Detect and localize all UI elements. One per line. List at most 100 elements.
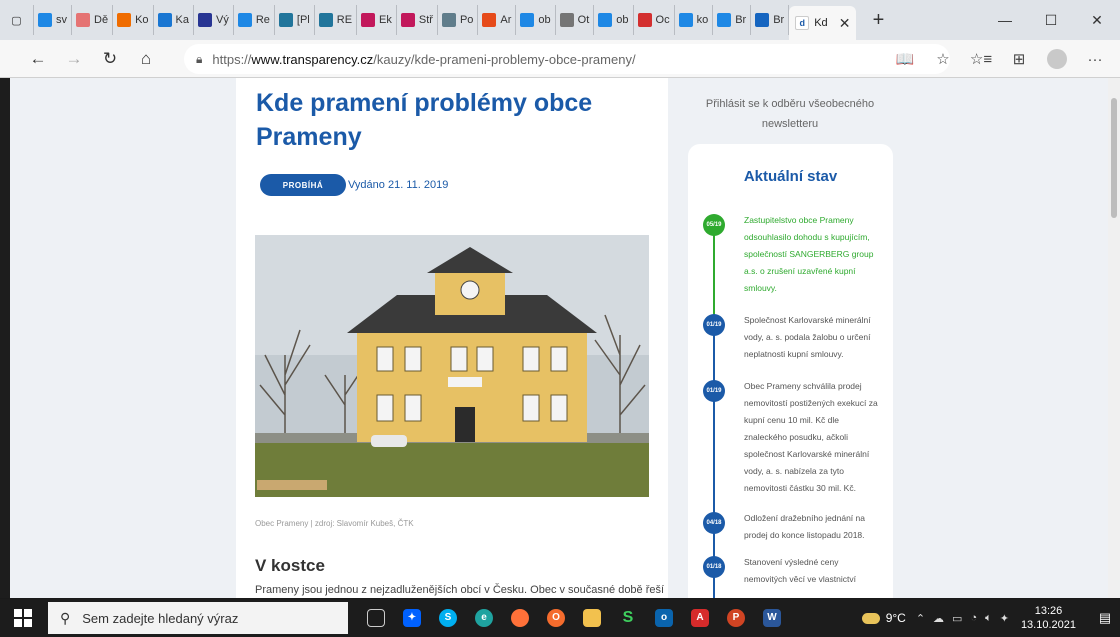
tab-active[interactable]: d Kd ✕	[789, 6, 857, 40]
tab-label: [Pl	[296, 14, 310, 26]
tab-label: ob	[616, 14, 629, 26]
tab-item[interactable]: Ka	[154, 5, 194, 35]
tab-list: sv Dě Ko Ka Vý Re [Pl RE Ek Stř Po Ar ob Ot ob Oc ko Br Br	[34, 5, 790, 35]
tab-item[interactable]: Br	[751, 5, 790, 35]
tab-item[interactable]: Re	[234, 5, 275, 35]
tab-item[interactable]: Ko	[113, 5, 154, 35]
intro-paragraph: Prameny jsou jednou z nejzadluženějších …	[255, 584, 665, 596]
wifi-icon[interactable]: ◔	[970, 612, 977, 625]
skype-icon[interactable]: S	[430, 599, 466, 637]
tab-label: Br	[773, 14, 785, 26]
outlook-icon[interactable]: o	[646, 599, 682, 637]
weather-icon	[861, 612, 880, 624]
address-bar[interactable]: 🔒︎ https://www.transparency.cz/kauzy/kde…	[184, 44, 950, 74]
tab-label: Ek	[379, 14, 392, 26]
dropbox-tray-icon[interactable]: ✦	[1000, 612, 1009, 625]
volume-icon[interactable]: 🔈︎	[985, 612, 992, 625]
battery-icon[interactable]: ▭	[952, 612, 962, 625]
tab-item[interactable]: Br	[713, 5, 752, 35]
favorites-icon[interactable]: ☆≡	[962, 44, 1000, 74]
timeline-entry-text: Společnost Karlovarské minerální vody, a…	[744, 315, 871, 359]
article-photo	[255, 235, 649, 497]
tab-item[interactable]: ko	[675, 5, 714, 35]
word-icon[interactable]: W	[754, 599, 790, 637]
tab-item[interactable]: ob	[594, 5, 634, 35]
tab-close-icon[interactable]: ✕	[839, 15, 851, 32]
onedrive-icon[interactable]: ☁	[933, 612, 944, 625]
forward-button[interactable]: →	[56, 44, 92, 74]
book-icon	[441, 13, 456, 27]
tab-item[interactable]: Ek	[357, 5, 397, 35]
edge-icon[interactable]: e	[466, 599, 502, 637]
tab-item[interactable]: sv	[34, 5, 72, 35]
pen-icon	[117, 13, 132, 27]
tab-item[interactable]: ob	[516, 5, 556, 35]
bing-icon	[237, 13, 252, 27]
s-app-icon[interactable]: S	[610, 599, 646, 637]
tab-label: Oc	[655, 14, 670, 26]
toolbar-right: 📖 ☆ ☆≡ ⊞ ···	[886, 44, 1114, 74]
more-menu-icon[interactable]: ···	[1076, 44, 1114, 74]
url-scheme: https://	[212, 51, 252, 67]
maximize-button[interactable]: ☐	[1028, 0, 1074, 40]
scrollbar[interactable]	[1108, 78, 1120, 598]
timeline-entry-text: Obec Prameny schválila prodej nemovitost…	[744, 381, 878, 493]
add-favorite-icon[interactable]: ☆	[924, 44, 962, 74]
taskbar-search[interactable]: ⚲ Sem zadejte hledaný výraz	[48, 602, 348, 634]
timeline-date-badge: 01/18	[703, 556, 725, 578]
tab-actions-icon: ▢	[11, 14, 22, 27]
close-window-button[interactable]: ✕	[1074, 0, 1120, 40]
newsletter-link[interactable]: Přihlásit se k odběru všeobecného newsle…	[690, 94, 890, 134]
tab-actions-button[interactable]: ▢	[0, 5, 34, 35]
status-badge: PROBÍHÁ	[260, 174, 346, 196]
tab-item[interactable]: Oc	[634, 5, 675, 35]
home-button[interactable]: ⌂	[128, 44, 164, 74]
reload-button[interactable]: ↻	[92, 44, 128, 74]
firefox-icon[interactable]	[502, 599, 538, 637]
current-state-card: Aktuální stav 05/19 Zastupitelstvo obce P…	[688, 144, 893, 598]
tab-label: Vý	[216, 14, 229, 26]
tab-item[interactable]: RE	[315, 5, 358, 35]
tab-label: Ka	[175, 14, 189, 26]
transparency-icon: d	[795, 16, 810, 30]
wordpress-icon	[318, 13, 333, 27]
heart-icon	[637, 13, 652, 27]
task-view-icon[interactable]	[358, 599, 394, 637]
notifications-icon[interactable]: ▤	[1090, 610, 1120, 626]
file-explorer-icon[interactable]	[574, 599, 610, 637]
web-page: Kde pramení problémy obce Prameny PROBÍH…	[0, 78, 1120, 598]
system-tray: 9°C ⌃ ☁ ▭ ◔ 🔈︎ ✦ 13:26 13.10.2021 ▤	[861, 599, 1120, 637]
weather-widget[interactable]: 9°C	[861, 611, 906, 625]
origin-icon[interactable]: O	[538, 599, 574, 637]
scrollbar-thumb[interactable]	[1111, 98, 1117, 218]
tab-item[interactable]: Vý	[194, 5, 234, 35]
d-icon	[755, 13, 770, 27]
tab-item[interactable]: Po	[438, 5, 479, 35]
search-placeholder: Sem zadejte hledaný výraz	[82, 610, 239, 626]
tab-item[interactable]: Ot	[556, 5, 595, 35]
tab-item[interactable]: Dě	[72, 5, 114, 35]
tab-label: RE	[336, 14, 353, 26]
dropbox-icon[interactable]: ✦	[394, 599, 430, 637]
left-strip	[0, 78, 10, 598]
minimize-button[interactable]: —	[982, 0, 1028, 40]
collections-icon[interactable]: ⊞	[1000, 44, 1038, 74]
back-button[interactable]: ←	[20, 44, 56, 74]
m-icon	[400, 13, 415, 27]
tab-label: ob	[538, 14, 551, 26]
reader-mode-icon[interactable]: 📖	[886, 44, 924, 74]
start-button[interactable]	[14, 609, 32, 627]
acrobat-icon[interactable]: A	[682, 599, 718, 637]
profile-button[interactable]	[1038, 44, 1076, 74]
new-tab-button[interactable]: +	[866, 9, 890, 32]
chevron-up-icon[interactable]: ⌃	[916, 612, 925, 625]
bing-icon	[38, 13, 52, 27]
bing-icon	[678, 13, 693, 27]
tab-label: sv	[56, 14, 67, 26]
tab-item[interactable]: Ar	[478, 5, 517, 35]
tab-label: Ar	[500, 14, 512, 26]
tab-item[interactable]: [Pl	[275, 5, 315, 35]
clock[interactable]: 13:26 13.10.2021	[1021, 604, 1076, 632]
powerpoint-icon[interactable]: P	[718, 599, 754, 637]
tab-item[interactable]: Stř	[397, 5, 438, 35]
